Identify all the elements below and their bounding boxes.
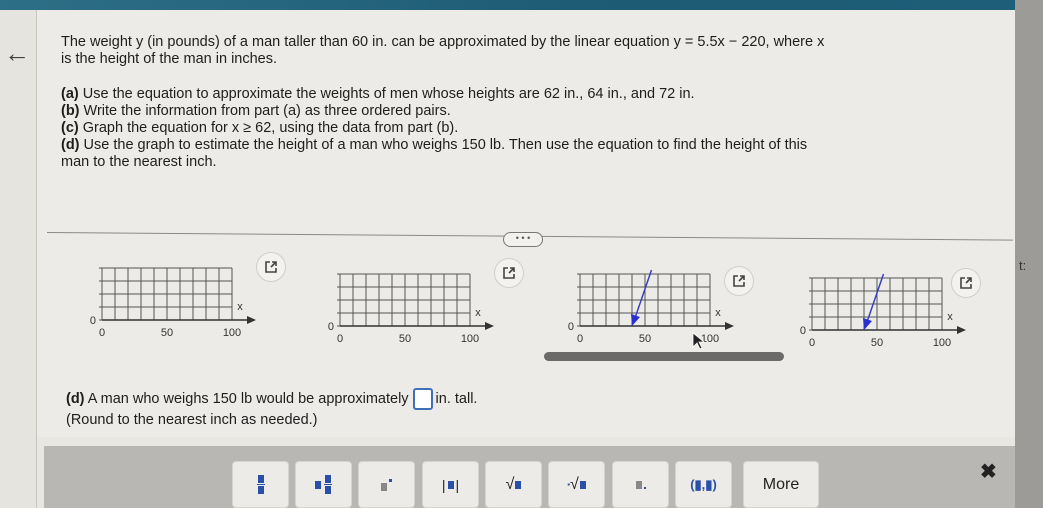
part-label: (c) [61, 120, 79, 136]
x-axis-arrow [247, 316, 256, 324]
y-origin-label: 0 [328, 321, 334, 333]
graph-line-arrowhead [863, 318, 872, 330]
more-button[interactable]: More [743, 461, 819, 508]
expand-more-button[interactable]: • • • [503, 232, 543, 247]
exponent-icon [381, 478, 392, 491]
answer-input[interactable] [412, 388, 433, 410]
ordered-pair-button[interactable]: (▮,▮) [675, 461, 732, 508]
graph-line [866, 273, 885, 323]
answer-label: (d) [66, 390, 85, 407]
question-intro-line1: The weight y (in pounds) of a man taller… [61, 34, 824, 51]
x-tick-label: 50 [399, 333, 411, 345]
x-tick-label: 100 [223, 327, 241, 339]
x-axis-label: x [715, 307, 721, 319]
nth-root-icon: ▪ √ [567, 476, 586, 494]
part-text: Graph the equation for x ≥ 62, using the… [78, 120, 459, 136]
x-tick-label: 0 [337, 333, 343, 345]
intro-text-post: , where x [765, 34, 825, 50]
intro-text: The weight y (in pounds) of a man taller… [61, 34, 674, 50]
mixed-number-button[interactable] [295, 461, 352, 508]
x-tick-label: 100 [461, 333, 479, 345]
x-tick-label: 0 [809, 337, 815, 349]
part-d-line2: man to the nearest inch. [61, 154, 217, 170]
graph-line-arrowhead [631, 314, 640, 326]
fraction-icon [256, 474, 265, 495]
x-axis-label: x [947, 311, 953, 323]
x-axis-arrow [725, 322, 734, 330]
x-tick-label: 100 [933, 337, 951, 349]
part-text: Use the graph to estimate the height of … [79, 137, 808, 153]
fraction-button[interactable] [232, 461, 289, 508]
popout-button[interactable] [256, 252, 286, 282]
graph-svg: 00 50 100 x [328, 273, 494, 345]
graph-option-b[interactable]: 0 0 50 100 x [318, 268, 518, 363]
part-a: (a) Use the equation to approximate the … [61, 86, 695, 103]
equation: y = 5.5x − 220 [673, 34, 766, 50]
right-edge: t: [1015, 0, 1043, 508]
x-tick-label: 50 [871, 337, 883, 349]
popout-button[interactable] [724, 266, 754, 296]
part-text: Write the information from part (a) as t… [79, 103, 451, 119]
edge-fragment: t: [1019, 258, 1027, 273]
graph-option-a[interactable]: 0 0 50 100 x [80, 262, 280, 357]
square-root-button[interactable]: √ [485, 461, 542, 508]
absolute-value-icon: | | [441, 476, 460, 493]
part-label: (b) [61, 103, 80, 119]
absolute-value-button[interactable]: | | [422, 461, 479, 508]
answer-text-pre: A man who weighs 150 lb would be approxi… [84, 390, 409, 407]
mixed-number-icon [315, 474, 332, 495]
x-axis-label: x [475, 307, 481, 319]
part-d: (d) Use the graph to estimate the height… [61, 137, 807, 154]
part-c: (c) Graph the equation for x ≥ 62, using… [61, 120, 458, 137]
question-intro-line2: is the height of the man in inches. [61, 51, 278, 67]
answer-text-post: in. tall. [435, 390, 478, 407]
y-origin-label: 0 [568, 321, 574, 333]
left-strip: ← [0, 10, 37, 508]
y-origin-label: 0 [800, 325, 806, 337]
scrollbar-thumb[interactable] [544, 352, 784, 361]
x-axis-arrow [957, 326, 966, 334]
popout-button[interactable] [951, 268, 981, 298]
decimal-button[interactable] [612, 461, 669, 508]
top-bar [0, 0, 1043, 10]
rounding-hint: (Round to the nearest inch as needed.) [66, 412, 318, 428]
popout-icon [503, 267, 515, 279]
popout-icon [265, 261, 277, 273]
answer-line: (d) A man who weighs 150 lb would be app… [66, 388, 477, 410]
arrow-left-icon[interactable]: ← [4, 40, 30, 66]
x-tick-label: 50 [161, 327, 173, 339]
close-icon[interactable]: ✖ [980, 459, 997, 484]
part-label: (a) [61, 86, 79, 102]
part-text: Use the equation to approximate the weig… [78, 86, 695, 102]
y-origin-label: 0 [90, 315, 96, 327]
ordered-pair-icon: (▮,▮) [690, 476, 717, 492]
question-panel [37, 10, 1015, 437]
graph-line [634, 269, 653, 319]
graph-svg: 00 50 100 x [90, 267, 256, 339]
popout-icon [960, 277, 972, 289]
x-tick-label: 50 [639, 333, 651, 345]
popout-icon [733, 275, 745, 287]
x-tick-label: 0 [99, 327, 105, 339]
x-axis-label: x [237, 301, 243, 313]
exponent-button[interactable] [358, 461, 415, 508]
x-axis-arrow [485, 322, 494, 330]
x-tick-label: 0 [577, 333, 583, 345]
popout-button[interactable] [494, 258, 524, 288]
decimal-icon [635, 480, 646, 489]
part-b: (b) Write the information from part (a) … [61, 103, 451, 120]
square-root-icon: √ [506, 476, 522, 494]
nth-root-button[interactable]: ▪ √ [548, 461, 605, 508]
part-label: (d) [61, 137, 80, 153]
